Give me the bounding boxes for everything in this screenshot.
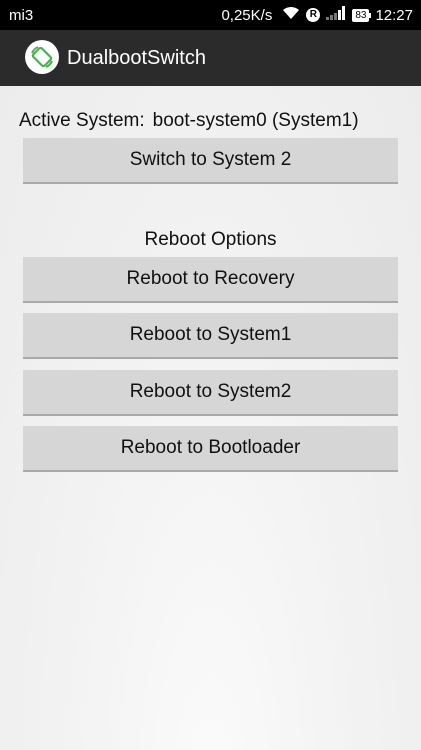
battery-icon: 83 [352,8,372,22]
signal-icon [326,6,346,24]
network-speed: 0,25K/s [221,6,273,24]
wifi-icon [282,6,300,24]
rotate-phone-icon [25,40,59,74]
roaming-icon: R [306,8,321,22]
clock: 12:27 [375,6,413,24]
action-bar: DualbootSwitch [0,30,421,86]
active-system-label: Active System: [19,110,145,131]
reboot-system1-button[interactable]: Reboot to System1 [23,313,398,359]
main-content: Active System: boot-system0 (System1) Swi… [0,86,421,750]
status-bar: mi3 0,25K/s R 83 12:27 [0,0,421,30]
reboot-system2-button[interactable]: Reboot to System2 [23,370,398,416]
app-title: DualbootSwitch [67,47,206,69]
active-system-value: boot-system0 (System1) [152,110,359,131]
status-icons: 0,25K/s R 83 12:27 [221,6,413,24]
reboot-recovery-button[interactable]: Reboot to Recovery [23,257,398,303]
carrier-name: mi3 [9,7,34,24]
reboot-options-title: Reboot Options [144,229,277,250]
active-system-row: Active System: boot-system0 (System1) [19,110,359,132]
switch-system-button[interactable]: Switch to System 2 [23,138,398,184]
reboot-bootloader-button[interactable]: Reboot to Bootloader [23,426,398,472]
